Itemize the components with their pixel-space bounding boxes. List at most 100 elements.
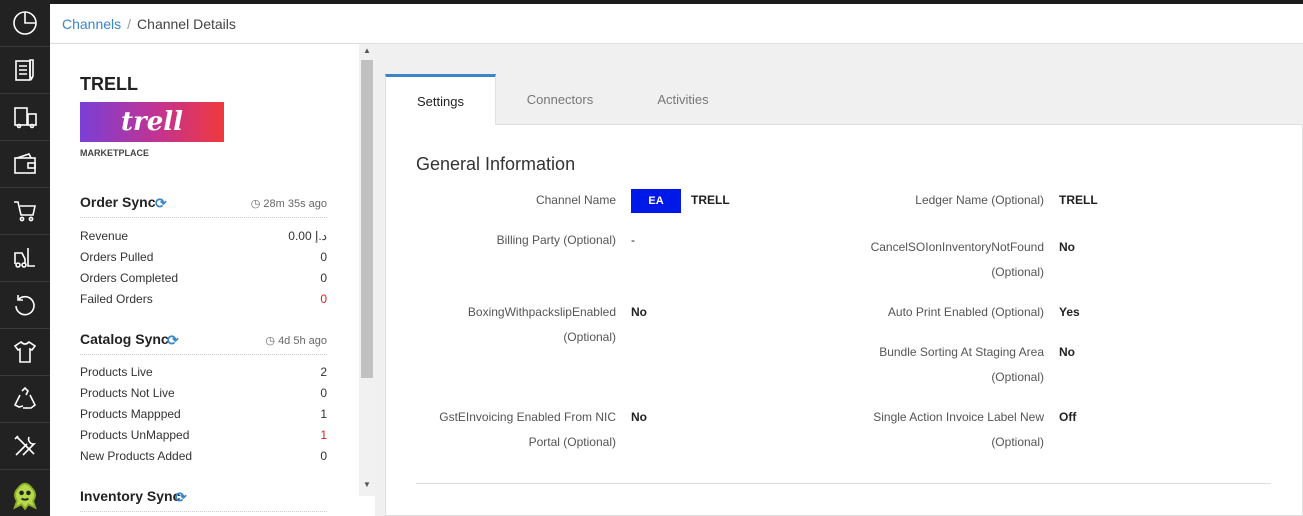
gst-label: GstEInvoicing Enabled From NIC (439, 410, 616, 424)
channel-logo: trell (80, 102, 224, 142)
nav-products[interactable] (0, 329, 50, 376)
order-sync-ago: 28m 35s ago (263, 198, 327, 210)
catalog-sync-label: Products Live (80, 365, 153, 379)
nav-warehouse[interactable] (0, 235, 50, 282)
catalog-sync-header: Catalog Sync ⟳ ◷ 4d 5h ago (80, 331, 327, 355)
catalog-sync-row: Products Mappped 1 (80, 407, 327, 428)
shipping-icon (14, 107, 37, 129)
catalog-sync-time: ◷ 4d 5h ago (265, 334, 327, 347)
left-panel-scrollbar[interactable]: ▲ ▼ (359, 44, 375, 496)
inventory-sync-title: Inventory Sync (80, 488, 181, 504)
gst-label-optional: Portal (Optional) (528, 435, 616, 449)
clock-icon: ◷ (265, 335, 279, 347)
order-sync-value: 0 (320, 250, 327, 264)
nav-cart[interactable] (0, 188, 50, 235)
order-sync-header: Order Sync ⟳ ◷ 28m 35s ago (80, 194, 327, 218)
scrollbar-thumb[interactable] (361, 60, 373, 378)
breadcrumb-channels-link[interactable]: Channels (62, 16, 121, 32)
mascot-icon (13, 482, 37, 510)
catalog-sync-value: 1 (320, 407, 327, 421)
order-sync-value: 0 (320, 271, 327, 285)
single-action-label-optional: (Optional) (991, 435, 1044, 449)
orders-icon (15, 59, 34, 81)
single-action-value: Off (1059, 410, 1077, 424)
scroll-up-arrow[interactable]: ▲ (359, 44, 375, 58)
cancel-so-label: CancelSOIonInventoryNotFound (870, 240, 1044, 254)
bundle-sorting-value: No (1059, 345, 1075, 359)
catalog-sync-value: 0 (320, 386, 327, 400)
catalog-sync-label: Products UnMapped (80, 428, 190, 442)
catalog-sync-ago: 4d 5h ago (278, 335, 327, 347)
catalog-sync-label: New Products Added (80, 449, 193, 463)
catalog-sync-value: 1 (320, 428, 327, 442)
auto-print-label: Auto Print Enabled (Optional) (887, 305, 1044, 319)
cart-icon (14, 201, 36, 222)
catalog-sync-row: Products Live 2 (80, 365, 327, 386)
breadcrumb-separator: / (127, 15, 132, 32)
order-sync-label: Orders Pulled (80, 250, 154, 264)
order-sync-title: Order Sync (80, 194, 156, 210)
channel-details-main: Settings Connectors Activities General I… (375, 44, 1303, 516)
bundle-sorting-label: Bundle Sorting At Staging Area (879, 345, 1044, 359)
returns-icon (15, 295, 35, 316)
auto-print-value: Yes (1059, 305, 1080, 319)
catalog-sync-value: 0 (320, 449, 327, 463)
order-sync-value: 0 (320, 292, 327, 306)
order-sync-label: Failed Orders (80, 292, 153, 306)
nav-recycle[interactable] (0, 376, 50, 423)
boxing-label-optional: (Optional) (563, 330, 616, 344)
breadcrumb-current: Channel Details (137, 15, 236, 32)
inventory-sync-refresh-icon[interactable]: ⟳ (175, 489, 187, 506)
tools-icon (14, 435, 37, 456)
billing-party-value: - (631, 233, 635, 247)
order-sync-row: Orders Pulled 0 (80, 250, 327, 271)
channel-summary-panel: TRELL trell MARKETPLACE Order Sync ⟳ ◷ 2… (50, 44, 360, 516)
scroll-down-arrow[interactable]: ▼ (359, 478, 375, 492)
catalog-sync-label: Products Not Live (80, 386, 175, 400)
channel-name-value: TRELL (691, 193, 730, 207)
catalog-sync-value: 2 (320, 365, 327, 379)
channel-type: MARKETPLACE (80, 148, 149, 158)
nav-returns[interactable] (0, 282, 50, 329)
channel-title: TRELL (80, 74, 138, 94)
icon-rail (0, 0, 50, 516)
dashboard-icon (13, 11, 37, 35)
cancel-so-label-optional: (Optional) (991, 265, 1044, 279)
billing-party-label: Billing Party (Optional) (496, 233, 616, 247)
channel-name-label: Channel Name (535, 193, 616, 207)
nav-settings[interactable] (0, 423, 50, 470)
catalog-sync-refresh-icon[interactable]: ⟳ (167, 332, 179, 349)
clock-icon: ◷ (250, 198, 264, 210)
general-information-title: General Information (416, 154, 576, 174)
section-divider (416, 483, 1271, 484)
order-sync-refresh-icon[interactable]: ⟳ (155, 195, 167, 212)
catalog-sync-row: Products Not Live 0 (80, 386, 327, 407)
ledger-name-value: TRELL (1059, 193, 1098, 207)
single-action-label: Single Action Invoice Label New (873, 410, 1044, 424)
catalog-sync-title: Catalog Sync (80, 331, 169, 347)
nav-orders[interactable] (0, 47, 50, 94)
ledger-name-label: Ledger Name (Optional) (915, 193, 1044, 207)
bundle-sorting-label-optional: (Optional) (991, 370, 1044, 384)
nav-wallet[interactable] (0, 141, 50, 188)
order-sync-label: Orders Completed (80, 271, 179, 285)
nav-help[interactable] (0, 470, 50, 516)
tab-activities[interactable]: Activities (624, 74, 742, 125)
channel-code-badge: EA (631, 189, 681, 213)
order-sync-label: Revenue (80, 229, 129, 243)
channel-logo-text: trell (120, 107, 183, 137)
catalog-sync-row: Products UnMapped 1 (80, 428, 327, 449)
gst-value: No (631, 410, 647, 424)
apparel-icon (13, 340, 37, 363)
order-sync-row: Orders Completed 0 (80, 271, 327, 292)
forklift-icon (14, 248, 35, 268)
catalog-sync-row: New Products Added 0 (80, 449, 327, 470)
tab-connectors[interactable]: Connectors (496, 74, 624, 125)
tab-settings[interactable]: Settings (385, 74, 496, 125)
cancel-so-value: No (1059, 240, 1075, 254)
nav-shipping[interactable] (0, 94, 50, 141)
order-sync-row: Failed Orders 0 (80, 292, 327, 313)
recycle-icon (13, 386, 37, 409)
nav-dashboard[interactable] (0, 0, 50, 47)
boxing-value: No (631, 305, 647, 319)
